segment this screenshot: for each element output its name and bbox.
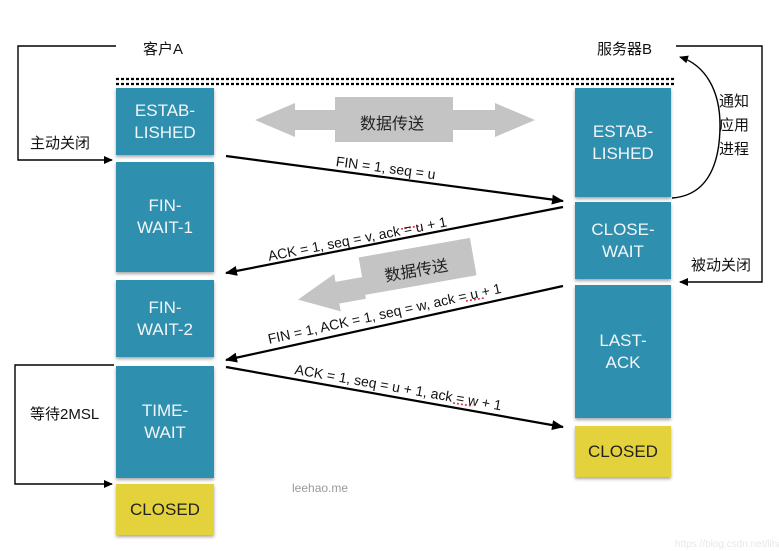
active-close-label: 主动关闭 [30, 135, 91, 152]
server-state-established: ESTAB- LISHED [575, 88, 671, 197]
client-state-established: ESTAB- LISHED [116, 88, 214, 155]
data-transfer-label-1: 数据传送 [360, 116, 425, 133]
client-title: 客户A [143, 41, 184, 58]
server-state-last-ack: LAST- ACK [575, 285, 671, 418]
server-state-closed: CLOSED [575, 426, 671, 477]
msg-arrow-4 [225, 365, 564, 430]
notify-app-curve [671, 55, 721, 199]
client-state-fin-wait-1: FIN- WAIT-1 [116, 162, 214, 272]
notify-app-label: 通知 应用 进程 [719, 93, 750, 158]
client-state-closed: CLOSED [116, 484, 214, 535]
passive-close-connector [676, 45, 763, 286]
passive-close-label: 被动关闭 [691, 257, 752, 274]
source-watermark: https://blog.csdn.net/liha [675, 539, 779, 550]
msg-arrow-3 [225, 284, 564, 363]
watermark: leehao.me [292, 481, 349, 495]
client-state-time-wait: TIME- WAIT [116, 366, 214, 478]
wait-2msl-label: 等待2MSL [30, 406, 100, 423]
client-state-fin-wait-2: FIN- WAIT-2 [116, 280, 214, 357]
server-state-close-wait: CLOSE- WAIT [575, 202, 671, 279]
server-title: 服务器B [597, 41, 653, 58]
wait-2msl-connector [14, 364, 114, 488]
